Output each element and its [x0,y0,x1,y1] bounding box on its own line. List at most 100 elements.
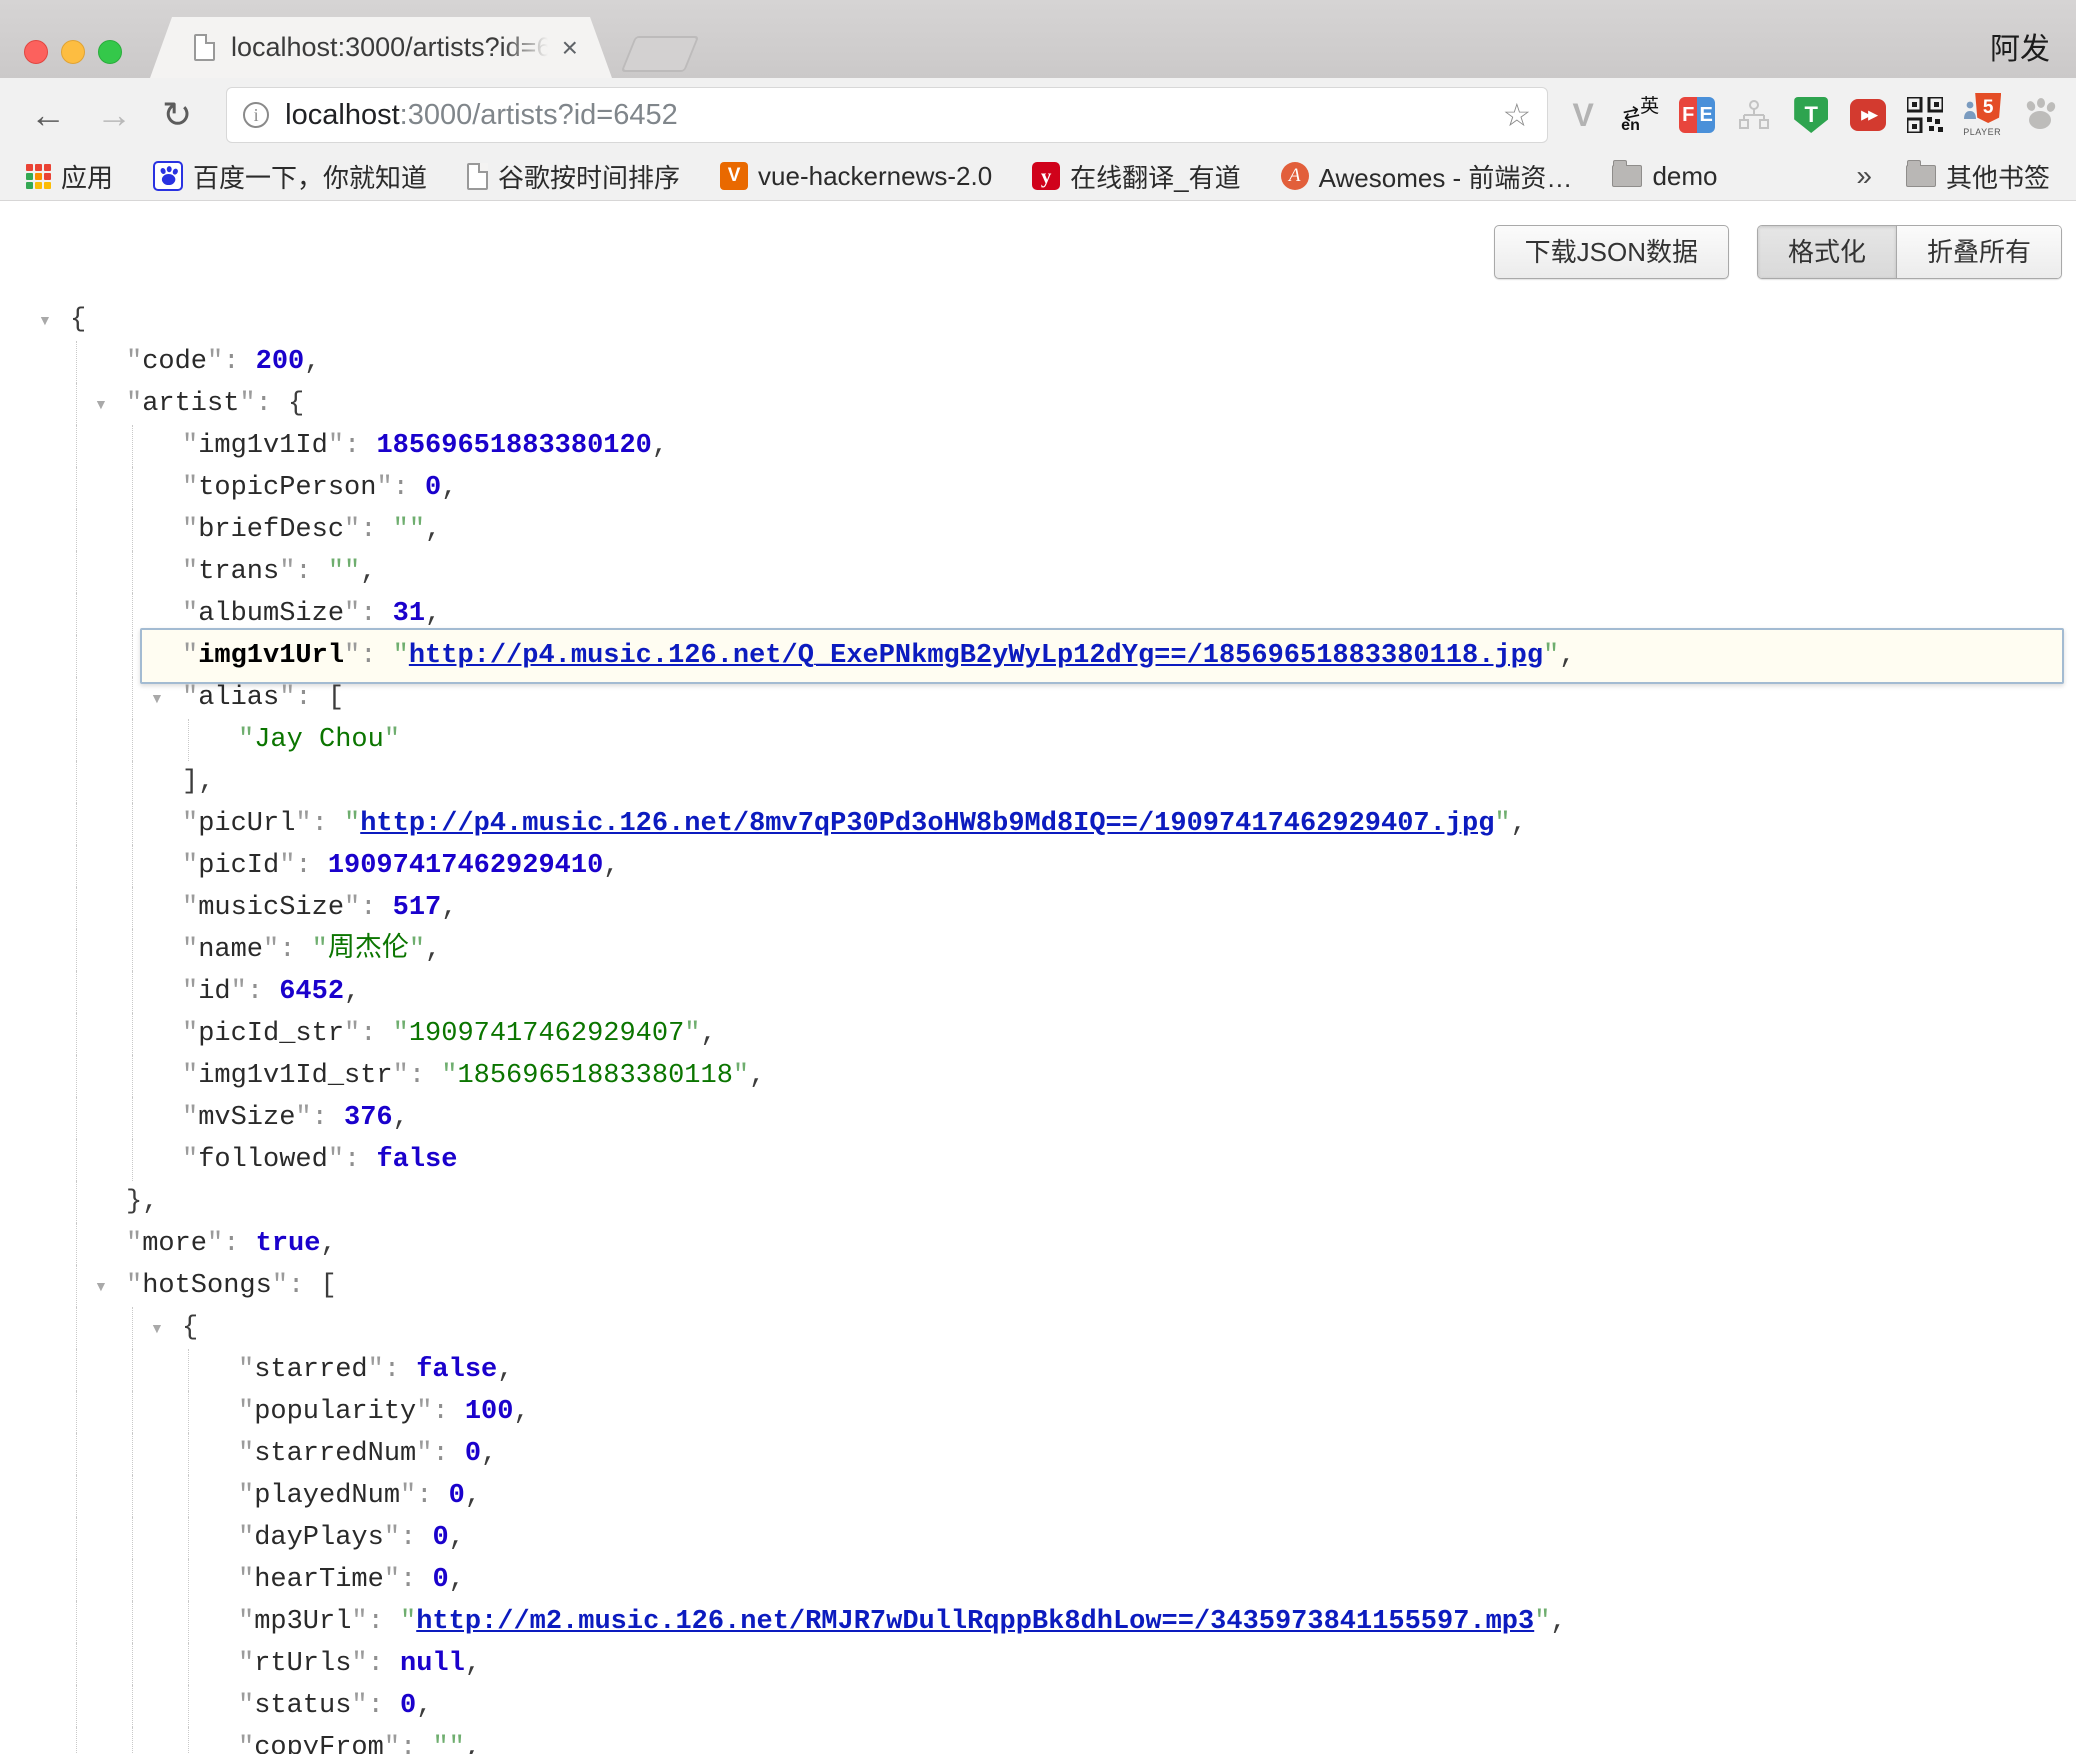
vue-devtools-extension-icon[interactable]: V [1564,93,1602,137]
indent-guide [132,1727,133,1754]
bookmark-demo-folder[interactable]: demo [1612,161,1717,192]
collapse-all-button[interactable]: 折叠所有 [1896,226,2061,278]
bookmark-baidu[interactable]: 百度一下，你就知道 [153,158,427,195]
json-value: 0 [425,473,441,503]
collapse-toggle-icon[interactable]: ▼ [150,1307,164,1349]
new-tab-button[interactable] [621,36,700,72]
collapse-toggle-icon[interactable]: ▼ [94,1265,108,1307]
vue-icon: V [720,162,748,190]
json-key: alias [198,683,279,713]
json-line: "copyFrom": "", [0,1727,2076,1754]
json-line: "picId_str": "19097417462929407", [0,1013,2076,1055]
bookmark-awesomes[interactable]: A Awesomes - 前端资… [1281,158,1573,195]
url-bar[interactable]: i localhost:3000/artists?id=6452 ☆ [226,87,1548,143]
collapse-toggle-icon[interactable]: ▼ [38,299,52,341]
tab-bar: localhost:3000/artists?id=645 × 阿发 [0,0,2076,78]
json-key: followed [198,1145,328,1175]
indent-guide [76,341,77,383]
json-key: id [198,977,230,1007]
bookmark-google-sort[interactable]: 谷歌按时间排序 [467,158,680,195]
json-line: "img1v1Id_str": "18569651883380118", [0,1055,2076,1097]
json-string-value: Jay Chou [254,725,384,755]
json-string-value: 19097417462929407 [409,1019,684,1049]
json-link-value[interactable]: http://p4.music.126.net/Q_ExePNkmgB2yWyL… [409,641,1543,671]
video-downloader-extension-icon[interactable]: ▶▶ [1849,93,1887,137]
json-value: 100 [465,1397,514,1427]
json-line: "briefDesc": "", [0,509,2076,551]
json-key: albumSize [198,599,344,629]
forward-button[interactable]: → [96,97,132,133]
json-key: picId_str [198,1019,344,1049]
browser-tab[interactable]: localhost:3000/artists?id=645 × [150,17,612,78]
json-line: "dayPlays": 0, [0,1517,2076,1559]
tab-close-icon[interactable]: × [562,34,578,62]
json-value: null [400,1649,465,1679]
bookmark-apps[interactable]: 应用 [26,158,113,195]
indent-guide [76,1055,77,1097]
zoom-window-button[interactable] [98,40,122,64]
json-link-value[interactable]: http://m2.music.126.net/RMJR7wDullRqppBk… [416,1607,1534,1637]
json-key: name [198,935,263,965]
json-line: ▼{ [0,1307,2076,1349]
indent-guide [132,803,133,845]
fe-extension-icon[interactable]: FE [1678,93,1716,137]
json-value: true [256,1229,321,1259]
minimize-window-button[interactable] [61,40,85,64]
bookmark-youdao-translate[interactable]: y 在线翻译_有道 [1032,158,1240,195]
json-line: "more": true, [0,1223,2076,1265]
json-key: briefDesc [198,515,344,545]
indent-guide [132,761,133,803]
indent-guide [188,1349,189,1391]
format-button[interactable]: 格式化 [1758,226,1896,278]
other-bookmarks-folder[interactable]: 其他书签 [1906,158,2050,195]
collapse-toggle-icon[interactable]: ▼ [150,677,164,719]
indent-guide [132,425,133,467]
json-line: ▼"artist": { [0,383,2076,425]
indent-guide [76,1517,77,1559]
bookmark-label: 在线翻译_有道 [1070,158,1240,195]
json-line: "topicPerson": 0, [0,467,2076,509]
collapse-toggle-icon[interactable]: ▼ [94,383,108,425]
translate-extension-icon[interactable]: 英 ⇄ en [1621,93,1659,137]
json-tree: ▼{"code": 200,▼"artist": {"img1v1Id": 18… [0,299,2076,1754]
indent-guide [132,1685,133,1727]
json-key: picUrl [198,809,295,839]
indent-guide [76,929,77,971]
toolbar: ← → ↻ i localhost:3000/artists?id=6452 ☆… [0,78,2076,152]
back-button[interactable]: ← [30,97,66,133]
profile-name[interactable]: 阿发 [1990,24,2050,68]
reload-button[interactable]: ↻ [162,97,192,133]
indent-guide [76,1643,77,1685]
indent-guide [132,1475,133,1517]
indent-guide [132,509,133,551]
url-input[interactable]: localhost:3000/artists?id=6452 [285,99,1502,132]
json-key: artist [142,389,239,419]
bookmark-vue-hackernews[interactable]: V vue-hackernews-2.0 [720,161,992,192]
tampermonkey-extension-icon[interactable]: T [1792,93,1830,137]
indent-guide [76,677,77,719]
window-controls [24,40,122,64]
page-content: 下载JSON数据 格式化 折叠所有 ▼{"code": 200,▼"artist… [0,201,2076,1754]
indent-guide [188,1559,189,1601]
html5-player-extension-icon[interactable]: 5 PLAYER [1963,93,2001,137]
bookmark-label: 百度一下，你就知道 [193,158,427,195]
qr-code-extension-icon[interactable] [1906,93,1944,137]
paw-extension-icon[interactable] [2020,93,2058,137]
json-link-value[interactable]: http://p4.music.126.net/8mv7qP30Pd3oHW8b… [360,809,1494,839]
indent-guide [76,803,77,845]
download-json-button[interactable]: 下载JSON数据 [1494,225,1729,279]
close-window-button[interactable] [24,40,48,64]
json-key: trans [198,557,279,587]
indent-guide [76,719,77,761]
indent-guide [188,1433,189,1475]
indent-guide [132,1055,133,1097]
json-line: "Jay Chou" [0,719,2076,761]
sitemap-extension-icon[interactable] [1735,93,1773,137]
json-viewer-actions: 下载JSON数据 格式化 折叠所有 [1494,225,2062,279]
site-info-icon[interactable]: i [243,102,269,128]
json-line: "starredNum": 0, [0,1433,2076,1475]
bookmarks-overflow-chevron[interactable]: » [1856,160,1872,192]
bookmark-star-icon[interactable]: ☆ [1502,96,1531,134]
indent-guide [188,1727,189,1754]
apps-grid-icon [26,164,51,189]
